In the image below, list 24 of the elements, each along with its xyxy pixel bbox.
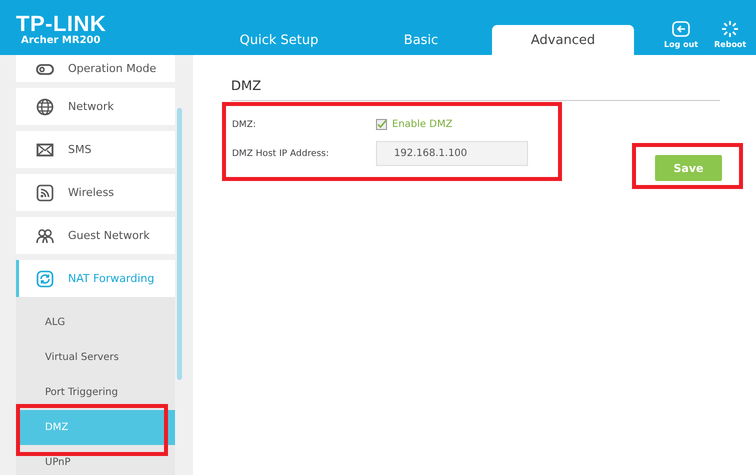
sidebar-item[interactable]: Network xyxy=(16,88,175,125)
sidebar-item[interactable]: SMS xyxy=(16,131,175,168)
ip-address-field[interactable]: 192.168.1.100 xyxy=(376,141,528,166)
checkbox[interactable] xyxy=(376,119,387,130)
field-label: DMZ Host IP Address: xyxy=(232,148,330,158)
wireless-icon xyxy=(35,182,55,202)
globe-icon xyxy=(35,96,55,116)
scrollbar[interactable] xyxy=(177,108,182,380)
submenu-item[interactable]: Virtual Servers xyxy=(16,340,175,375)
exit-icon xyxy=(672,20,690,36)
sidebar-item[interactable]: Operation Mode xyxy=(16,55,175,82)
spinner-icon xyxy=(722,20,738,36)
sidebar-item[interactable]: Guest Network xyxy=(16,217,175,254)
check-icon xyxy=(377,120,386,129)
model-name: Archer MR200 xyxy=(21,34,102,48)
submenu-item[interactable]: Port Triggering xyxy=(16,375,175,410)
brand-logo: TP-LINK xyxy=(16,14,108,34)
submenu-item[interactable]: ALG xyxy=(16,305,175,340)
sidebar-item[interactable]: Wireless xyxy=(16,174,175,211)
nav-tab[interactable]: Advanced xyxy=(492,25,634,55)
refresh-icon xyxy=(35,268,55,288)
field-label: DMZ: xyxy=(232,120,257,130)
section-title: DMZ xyxy=(231,79,720,101)
submenu-item[interactable]: UPnP xyxy=(16,445,175,475)
